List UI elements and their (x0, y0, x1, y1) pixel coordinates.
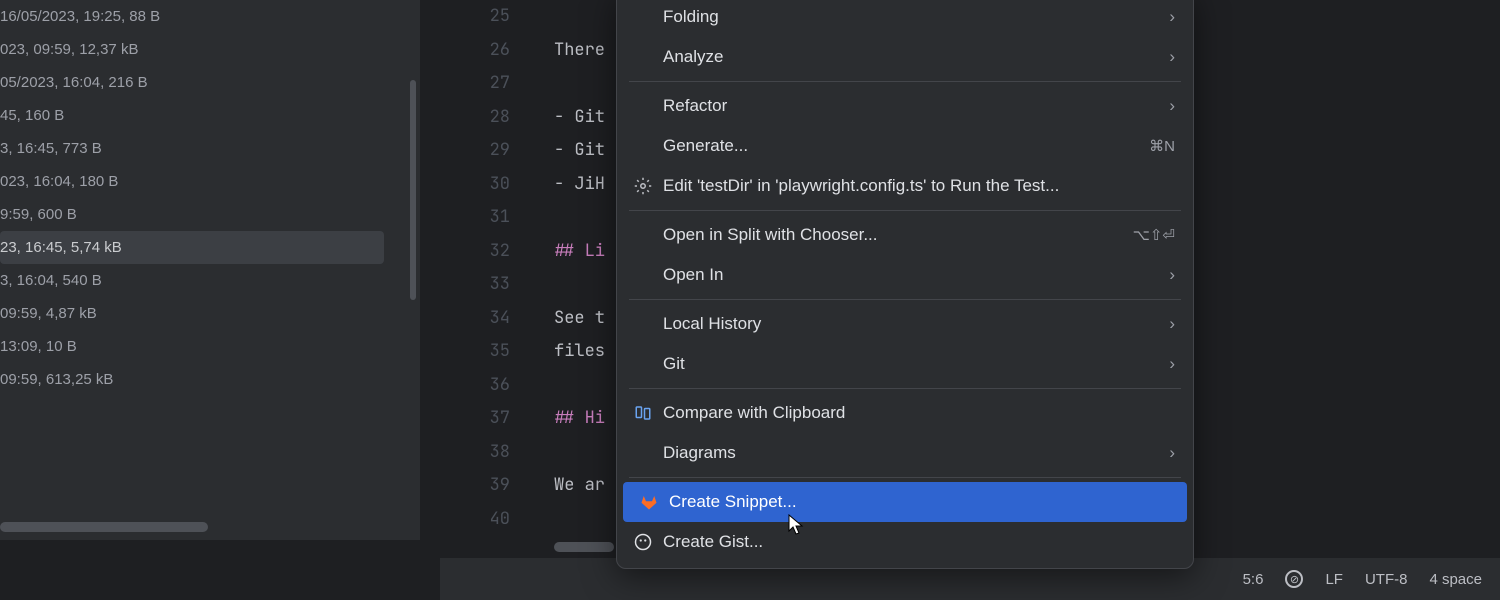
file-item[interactable]: 45, 160 B (0, 99, 420, 132)
line-number: 32 (440, 235, 510, 269)
menu-item-folding[interactable]: Folding › (617, 0, 1193, 37)
menu-item-create-gist[interactable]: Create Gist... (617, 522, 1193, 562)
line-number: 26 (440, 34, 510, 68)
blank-icon (633, 47, 653, 67)
menu-item-label: Create Snippet... (669, 492, 1169, 512)
chevron-right-icon: › (1169, 96, 1175, 116)
menu-item-label: Create Gist... (663, 532, 1175, 552)
file-item[interactable]: 09:59, 613,25 kB (0, 363, 420, 396)
file-item[interactable]: 16/05/2023, 19:25, 88 B (0, 0, 420, 33)
blank-icon (633, 443, 653, 463)
menu-item-label: Compare with Clipboard (663, 403, 1175, 423)
menu-separator (629, 388, 1181, 389)
line-number: 31 (440, 201, 510, 235)
line-number: 36 (440, 369, 510, 403)
gitlab-icon (639, 492, 659, 512)
file-item[interactable]: 23, 16:45, 5,74 kB (0, 231, 384, 264)
menu-item-git[interactable]: Git › (617, 344, 1193, 384)
line-separator[interactable]: LF (1325, 571, 1343, 588)
menu-item-label: Refactor (663, 96, 1159, 116)
line-number: 34 (440, 302, 510, 336)
indent-setting[interactable]: 4 space (1429, 571, 1482, 588)
chevron-right-icon: › (1169, 265, 1175, 285)
file-item[interactable]: 9:59, 600 B (0, 198, 420, 231)
menu-item-edit-testdir-in-playwright-config-ts-to-run-the-test[interactable]: Edit 'testDir' in 'playwright.config.ts'… (617, 166, 1193, 206)
menu-item-label: Generate... (663, 136, 1139, 156)
menu-shortcut: ⌥⇧⏎ (1133, 226, 1175, 244)
menu-item-label: Open in Split with Chooser... (663, 225, 1123, 245)
editor-scrollbar-horizontal[interactable] (554, 542, 614, 552)
menu-item-label: Local History (663, 314, 1159, 334)
line-number: 38 (440, 436, 510, 470)
line-number: 30 (440, 168, 510, 202)
menu-item-create-snippet[interactable]: Create Snippet... (623, 482, 1187, 522)
menu-item-label: Edit 'testDir' in 'playwright.config.ts'… (663, 176, 1175, 196)
menu-item-local-history[interactable]: Local History › (617, 304, 1193, 344)
file-list: 16/05/2023, 19:25, 88 B023, 09:59, 12,37… (0, 0, 420, 396)
file-item[interactable]: 023, 16:04, 180 B (0, 165, 420, 198)
chevron-right-icon: › (1169, 354, 1175, 374)
menu-item-label: Open In (663, 265, 1159, 285)
cursor-position[interactable]: 5:6 (1243, 571, 1264, 588)
menu-separator (629, 210, 1181, 211)
line-number: 35 (440, 335, 510, 369)
menu-item-label: Diagrams (663, 443, 1159, 463)
blank-icon (633, 265, 653, 285)
menu-shortcut: ⌘N (1149, 137, 1175, 155)
chevron-right-icon: › (1169, 443, 1175, 463)
menu-item-label: Folding (663, 7, 1159, 27)
line-number: 40 (440, 503, 510, 537)
menu-item-open-in-split-with-chooser[interactable]: Open in Split with Chooser... ⌥⇧⏎ (617, 215, 1193, 255)
file-item[interactable]: 13:09, 10 B (0, 330, 420, 363)
file-item[interactable]: 3, 16:04, 540 B (0, 264, 420, 297)
menu-separator (629, 477, 1181, 478)
compare-icon (633, 403, 653, 423)
menu-separator (629, 299, 1181, 300)
line-number: 39 (440, 469, 510, 503)
encoding-indicator-icon[interactable]: ⊘ (1285, 570, 1303, 588)
sidebar-scrollbar-vertical[interactable] (410, 80, 416, 300)
line-number: 29 (440, 134, 510, 168)
file-item[interactable]: 3, 16:45, 773 B (0, 132, 420, 165)
blank-icon (633, 354, 653, 374)
editor-gutter: 25262728293031323334353637383940 (440, 0, 540, 600)
file-item[interactable]: 023, 09:59, 12,37 kB (0, 33, 420, 66)
blank-icon (633, 96, 653, 116)
menu-item-label: Git (663, 354, 1159, 374)
chevron-right-icon: › (1169, 7, 1175, 27)
editor-context-menu: Folding › Analyze › Refactor › Generate... ⌘N Ed… (616, 0, 1194, 569)
menu-item-refactor[interactable]: Refactor › (617, 86, 1193, 126)
blank-icon (633, 136, 653, 156)
github-icon (633, 532, 653, 552)
menu-item-open-in[interactable]: Open In › (617, 255, 1193, 295)
file-item[interactable]: 09:59, 4,87 kB (0, 297, 420, 330)
line-number: 33 (440, 268, 510, 302)
chevron-right-icon: › (1169, 47, 1175, 67)
blank-icon (633, 7, 653, 27)
menu-separator (629, 81, 1181, 82)
menu-item-compare-with-clipboard[interactable]: Compare with Clipboard (617, 393, 1193, 433)
menu-item-analyze[interactable]: Analyze › (617, 37, 1193, 77)
blank-icon (633, 314, 653, 334)
blank-icon (633, 225, 653, 245)
file-encoding[interactable]: UTF-8 (1365, 571, 1408, 588)
line-number: 37 (440, 402, 510, 436)
line-number: 27 (440, 67, 510, 101)
chevron-right-icon: › (1169, 314, 1175, 334)
menu-item-label: Analyze (663, 47, 1159, 67)
sidebar-scrollbar-horizontal[interactable] (0, 522, 208, 532)
menu-item-diagrams[interactable]: Diagrams › (617, 433, 1193, 473)
line-number: 25 (440, 0, 510, 34)
gear-icon (633, 176, 653, 196)
file-tree-panel: 16/05/2023, 19:25, 88 B023, 09:59, 12,37… (0, 0, 420, 540)
file-item[interactable]: 05/2023, 16:04, 216 B (0, 66, 420, 99)
menu-item-generate[interactable]: Generate... ⌘N (617, 126, 1193, 166)
line-number: 28 (440, 101, 510, 135)
